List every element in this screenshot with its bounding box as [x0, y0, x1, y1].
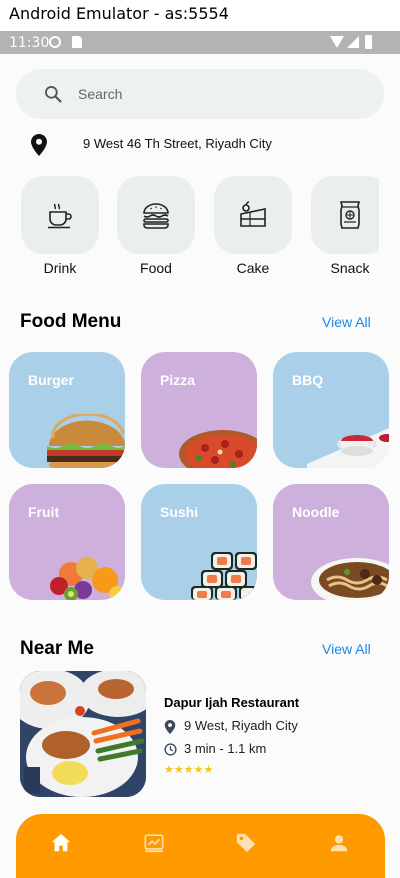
nav-home[interactable]: [39, 828, 83, 858]
cup-icon: [48, 203, 72, 229]
category-list: Drink Food Cake Snack: [1, 176, 379, 276]
category-label: Snack: [330, 260, 370, 276]
bbq-image: [307, 428, 389, 468]
category-drink[interactable]: Drink: [21, 176, 99, 276]
menu-card-noodle[interactable]: Noodle: [273, 484, 389, 600]
sushi-image: [191, 552, 257, 600]
star-icon: ★: [173, 764, 184, 776]
burger-image: [47, 414, 125, 468]
menu-card-label: Sushi: [160, 504, 199, 520]
gear-icon: [49, 36, 61, 48]
sd-card-icon: [72, 36, 82, 48]
menu-card-label: Pizza: [160, 372, 196, 388]
category-label: Food: [140, 260, 172, 276]
rating-stars: ★★★★★: [164, 763, 213, 776]
menu-card-label: BBQ: [292, 372, 324, 388]
restaurant-distance: 3 min - 1.1 km: [184, 741, 267, 756]
category-label: Drink: [43, 260, 77, 276]
menu-card-bbq[interactable]: BBQ: [273, 352, 389, 468]
search-bar[interactable]: [16, 69, 384, 119]
near-me-title: Near Me: [20, 638, 94, 659]
menu-card-label: Burger: [28, 372, 74, 388]
star-icon: ★: [193, 764, 204, 776]
category-snack[interactable]: Snack: [311, 176, 379, 276]
pizza-image: [179, 430, 257, 468]
tag-icon: [236, 833, 256, 853]
search-icon: [45, 86, 62, 103]
food-menu-view-all-link[interactable]: View All: [322, 314, 371, 330]
cake-icon: [240, 201, 266, 227]
location-row[interactable]: 9 West 46 Th Street, Riyadh City: [31, 134, 371, 156]
nav-offers[interactable]: [224, 828, 268, 858]
bottom-navigation: [16, 814, 385, 878]
restaurant-address: 9 West, Riyadh City: [184, 718, 298, 733]
status-time: 11:30: [9, 35, 50, 51]
star-icon: ★: [164, 764, 174, 776]
chart-icon: [144, 834, 164, 853]
burger-icon: [143, 203, 169, 229]
restaurant-card[interactable]: Dapur Ijah Restaurant 9 West, Riyadh Cit…: [20, 671, 380, 799]
status-bar: 11:30: [0, 31, 400, 54]
menu-card-label: Noodle: [292, 504, 340, 520]
app-screen: 9 West 46 Th Street, Riyadh City Drink: [1, 54, 399, 878]
profile-icon: [330, 835, 348, 852]
near-me-view-all-link[interactable]: View All: [322, 641, 371, 657]
menu-card-sushi[interactable]: Sushi: [141, 484, 257, 600]
category-cake[interactable]: Cake: [214, 176, 292, 276]
clock-icon: [164, 743, 177, 756]
location-pin-icon: [31, 134, 47, 156]
snack-icon: [339, 201, 361, 229]
restaurant-name: Dapur Ijah Restaurant: [164, 695, 300, 710]
search-input[interactable]: [78, 82, 358, 106]
battery-icon: [365, 35, 372, 49]
menu-card-label: Fruit: [28, 504, 60, 520]
signal-icon: [347, 36, 359, 48]
category-tile: [311, 176, 379, 254]
star-icon: ★: [203, 764, 214, 776]
nav-stats[interactable]: [132, 828, 176, 858]
location-pin-icon: [164, 720, 176, 734]
food-menu-title: Food Menu: [20, 311, 122, 332]
category-label: Cake: [236, 260, 270, 276]
star-icon: ★: [183, 764, 194, 776]
category-tile: [117, 176, 195, 254]
food-menu-grid: Burger Pizza BBQ Fruit Sushi Noodle: [9, 352, 399, 602]
wifi-icon: [330, 36, 344, 48]
location-address: 9 West 46 Th Street, Riyadh City: [83, 136, 272, 151]
fruit-image: [50, 557, 125, 600]
nav-profile[interactable]: [317, 828, 361, 858]
noodle-image: [311, 558, 389, 600]
menu-card-burger[interactable]: Burger: [9, 352, 125, 468]
category-food[interactable]: Food: [117, 176, 195, 276]
window-titlebar: Android Emulator - as:5554: [0, 0, 400, 30]
home-icon: [51, 833, 71, 852]
window-title: Android Emulator - as:5554: [9, 4, 229, 23]
menu-card-pizza[interactable]: Pizza: [141, 352, 257, 468]
restaurant-photo: [20, 671, 146, 797]
category-tile: [21, 176, 99, 254]
menu-card-fruit[interactable]: Fruit: [9, 484, 125, 600]
category-tile: [214, 176, 292, 254]
